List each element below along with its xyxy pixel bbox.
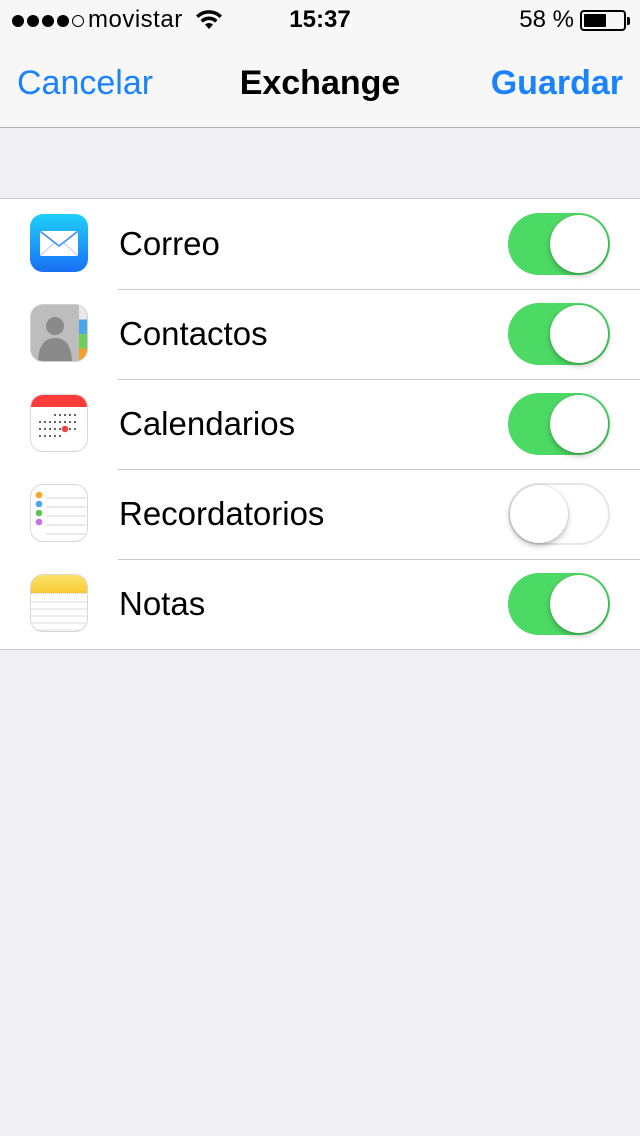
- toggle-switch[interactable]: [508, 573, 610, 635]
- item-label: Recordatorios: [119, 495, 325, 532]
- toggle-switch[interactable]: [508, 483, 610, 545]
- item-label: Notas: [119, 585, 206, 622]
- toggle-switch[interactable]: [508, 213, 610, 275]
- list-item-calendarios: Calendarios: [0, 379, 640, 469]
- battery-icon: [580, 10, 630, 31]
- list-item-notas: Notas: [0, 559, 640, 649]
- battery-percent: 58 %: [519, 6, 574, 33]
- toggle-switch[interactable]: [508, 393, 610, 455]
- item-label: Correo: [119, 225, 220, 262]
- account-services-list: Correo Contactos Calendarios Recordatori…: [0, 198, 640, 650]
- contacts-icon: [30, 304, 88, 362]
- list-item-correo: Correo: [0, 199, 640, 289]
- list-item-contactos: Contactos: [0, 289, 640, 379]
- item-label: Calendarios: [119, 405, 296, 442]
- notes-icon: [30, 574, 88, 632]
- reminders-icon: [30, 484, 88, 542]
- mail-icon: [30, 214, 88, 272]
- navigation-bar: Cancelar Exchange Guardar: [0, 40, 640, 128]
- list-item-recordatorios: Recordatorios: [0, 469, 640, 559]
- status-bar: movistar 15:37 58 %: [0, 0, 640, 40]
- save-button[interactable]: Guardar: [491, 64, 623, 103]
- calendar-icon: [30, 394, 88, 452]
- item-label: Contactos: [119, 315, 268, 352]
- toggle-switch[interactable]: [508, 303, 610, 365]
